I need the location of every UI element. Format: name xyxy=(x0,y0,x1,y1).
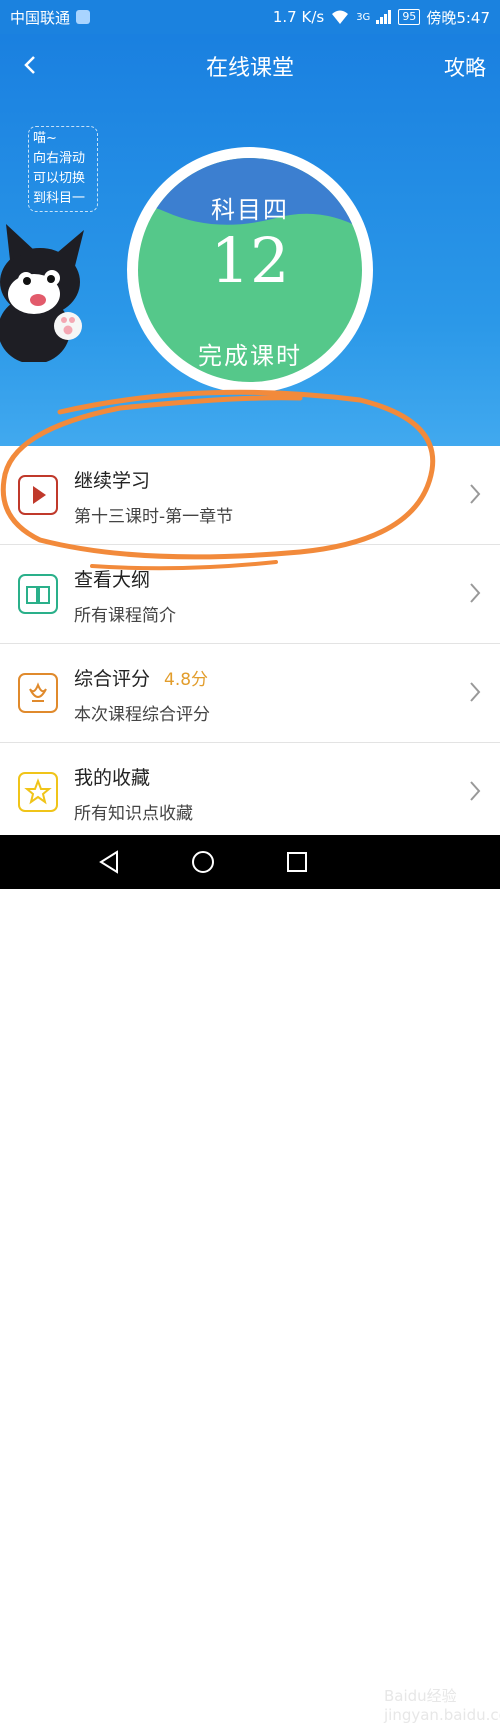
recent-apps-icon[interactable] xyxy=(283,848,311,876)
play-icon xyxy=(18,475,58,515)
shield-icon xyxy=(76,10,91,24)
item-title-text: 综合评分 xyxy=(74,668,151,690)
chevron-right-icon xyxy=(470,583,481,603)
rating-score: 4.8分 xyxy=(164,670,209,690)
item-subtitle: 第十三课时-第一章节 xyxy=(74,507,234,527)
book-icon xyxy=(18,574,58,614)
page-title: 在线课堂 xyxy=(205,56,294,81)
progress-circle xyxy=(127,147,373,393)
cat-mascot-icon xyxy=(0,224,84,362)
signal-icon xyxy=(376,10,392,24)
carrier-label: 中国联通 xyxy=(10,8,71,27)
menu-list: 继续学习 第十三课时-第一章节 查看大纲 所有课程简介 综合评分 4.8分 本次课… xyxy=(0,446,500,842)
item-subtitle: 所有知识点收藏 xyxy=(74,804,193,824)
home-circle-icon[interactable] xyxy=(189,848,217,876)
item-subtitle: 所有课程简介 xyxy=(74,606,176,626)
battery-indicator: 95 xyxy=(398,9,421,25)
network-speed: 1.7 K/s xyxy=(272,8,325,26)
status-bar: 中国联通 1.7 K/s 3G 95 傍晚5:47 xyxy=(0,0,500,34)
item-title: 我的收藏 xyxy=(74,767,151,789)
item-title: 综合评分 4.8分 xyxy=(74,664,208,691)
tip-line: 喵~ xyxy=(33,131,57,146)
item-title: 继续学习 xyxy=(74,470,151,492)
star-icon xyxy=(18,772,58,812)
chevron-right-icon xyxy=(470,682,481,702)
item-title: 查看大纲 xyxy=(74,569,151,591)
chevron-right-icon xyxy=(470,781,481,801)
back-triangle-icon[interactable] xyxy=(95,848,123,876)
tip-line: 到科目一 xyxy=(33,191,86,206)
signal-type: 3G xyxy=(356,11,371,23)
baidu-watermark: Baidu经验 jingyan.baidu.com xyxy=(384,1687,500,1724)
swipe-tip-bubble: 喵~ 向右滑动 可以切换 到科目一 xyxy=(28,126,98,212)
strategy-link[interactable]: 攻略 xyxy=(444,52,486,82)
list-item-outline[interactable]: 查看大纲 所有课程简介 xyxy=(0,545,500,644)
system-nav-bar: Baidu经验 jingyan.baidu.com xyxy=(0,835,500,1724)
wifi-icon xyxy=(332,10,349,24)
hero-banner: 在线课堂 攻略 喵~ 向右滑动 可以切换 到科目一 科目四 12 完成课时 xyxy=(0,34,500,446)
chevron-right-icon xyxy=(470,484,481,504)
tip-line: 向右滑动 xyxy=(33,151,86,166)
item-subtitle: 本次课程综合评分 xyxy=(74,705,210,725)
list-item-continue-study[interactable]: 继续学习 第十三课时-第一章节 xyxy=(0,446,500,545)
list-item-rating[interactable]: 综合评分 4.8分 本次课程综合评分 xyxy=(0,644,500,743)
list-item-favorites[interactable]: 我的收藏 所有知识点收藏 xyxy=(0,743,500,842)
tip-line: 可以切换 xyxy=(33,171,86,186)
flower-icon xyxy=(18,673,58,713)
status-time: 傍晚5:47 xyxy=(426,8,490,27)
